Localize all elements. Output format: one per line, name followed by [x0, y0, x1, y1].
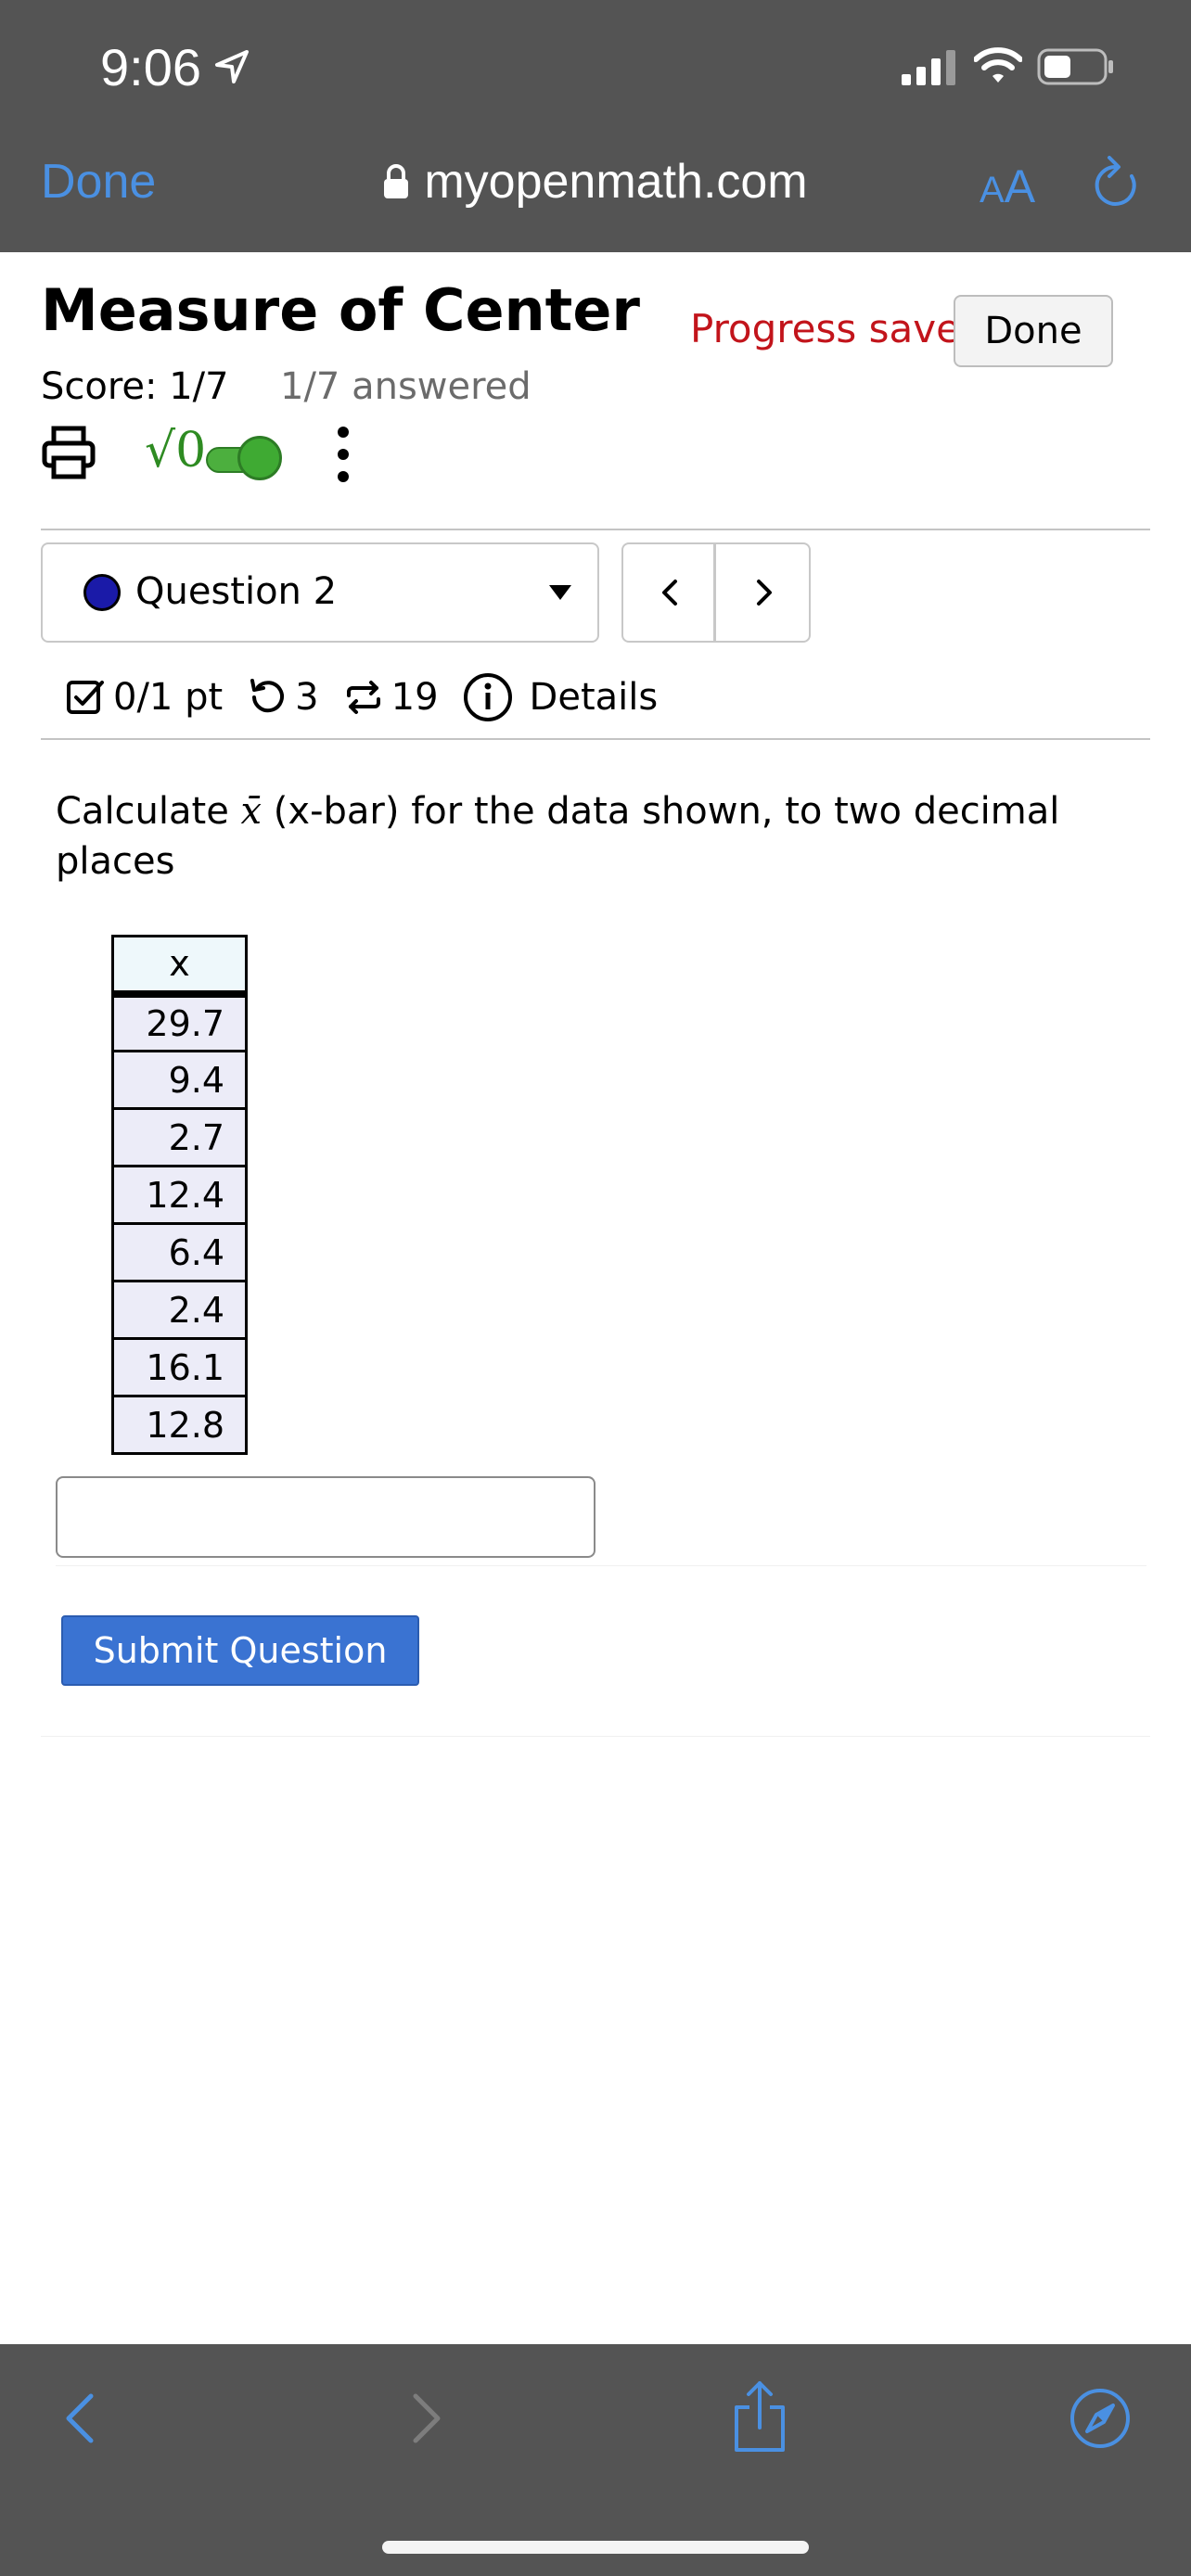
table-cell: 6.4 — [111, 1222, 248, 1282]
points-text: 0/1 pt — [113, 676, 224, 719]
next-question-button[interactable] — [718, 544, 809, 641]
table-header: x — [111, 935, 248, 998]
url-text: myopenmath.com — [424, 155, 808, 209]
print-icon[interactable] — [41, 425, 96, 480]
status-time: 9:06 — [100, 38, 201, 96]
text-size-button[interactable]: AA — [980, 159, 1035, 213]
reload-icon[interactable] — [1091, 156, 1143, 211]
divider — [41, 738, 1150, 740]
progress-saved-status: Progress saved — [690, 306, 985, 351]
versions-icon — [346, 681, 380, 714]
submit-question-button[interactable]: Submit Question — [61, 1615, 419, 1686]
share-icon[interactable] — [729, 2379, 790, 2454]
forward-icon[interactable] — [406, 2391, 447, 2446]
cellular-signal-icon — [902, 50, 955, 85]
table-cell: 16.1 — [111, 1337, 248, 1397]
table-cell: 9.4 — [111, 1050, 248, 1110]
details-link[interactable]: Details — [463, 672, 659, 722]
table-cell: 29.7 — [111, 992, 248, 1052]
answered-count: 1/7 answered — [280, 365, 531, 408]
question-meta: 0/1 pt 3 19 Details — [65, 670, 682, 725]
math-entry-icon: √0 — [145, 423, 207, 478]
table-cell: 2.4 — [111, 1280, 248, 1340]
compass-icon[interactable] — [1069, 2387, 1132, 2450]
lock-icon — [384, 164, 409, 198]
checkbox-score-icon — [67, 681, 104, 714]
divider — [41, 1736, 1150, 1737]
retry-icon — [250, 679, 285, 713]
question-select-label: Question 2 — [135, 570, 338, 613]
retries-count: 3 — [295, 676, 319, 719]
toggle-knob — [237, 436, 282, 480]
math-entry-toggle[interactable] — [206, 436, 282, 480]
table-cell: 12.8 — [111, 1395, 248, 1455]
chevron-left-icon — [662, 580, 677, 606]
info-icon — [463, 673, 512, 721]
safari-done-button[interactable]: Done — [41, 154, 156, 210]
data-table: x 29.7 9.4 2.7 12.4 6.4 2.4 16.1 12.8 — [111, 935, 248, 1455]
table-cell: 12.4 — [111, 1165, 248, 1225]
address-bar[interactable]: myopenmath.com — [383, 154, 808, 210]
page-title: Measure of Center — [41, 276, 640, 344]
safari-top-bar: 9:06 Done myopenmath.com AA — [0, 0, 1191, 252]
divider — [56, 1565, 1146, 1566]
location-arrow-icon — [215, 50, 249, 83]
question-prompt: Calculate x̄ (x-bar) for the data shown,… — [56, 790, 1060, 883]
home-indicator[interactable] — [382, 2541, 809, 2554]
answer-input[interactable] — [56, 1476, 596, 1558]
table-cell: 2.7 — [111, 1107, 248, 1167]
versions-count: 19 — [391, 676, 439, 719]
back-icon[interactable] — [59, 2391, 100, 2446]
question-status-dot — [83, 574, 121, 611]
battery-icon — [1037, 48, 1113, 85]
more-options-icon[interactable] — [332, 427, 354, 482]
x-bar-symbol: x̄ — [240, 790, 263, 833]
question-select[interactable]: Question 2 — [41, 542, 599, 643]
previous-question-button[interactable] — [623, 544, 716, 641]
assessment-done-button[interactable]: Done — [954, 295, 1113, 367]
chevron-right-icon — [757, 580, 772, 606]
wifi-icon — [974, 47, 1022, 83]
score-text: Score: 1/7 — [41, 365, 229, 408]
details-label: Details — [529, 676, 659, 719]
divider — [41, 529, 1150, 530]
dropdown-caret-icon — [549, 585, 571, 600]
question-nav-buttons — [621, 542, 811, 643]
